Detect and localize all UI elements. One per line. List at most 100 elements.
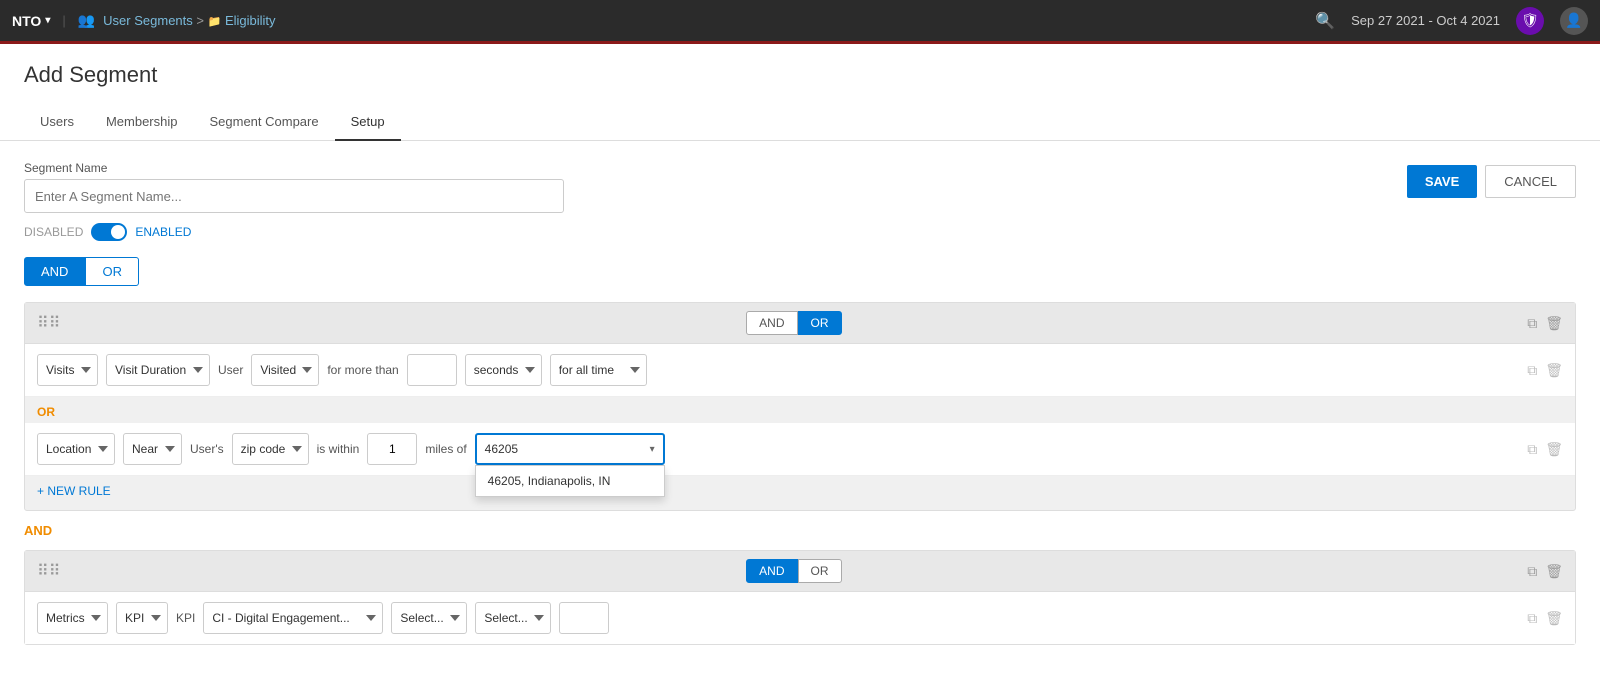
top-and-or: AND OR: [24, 257, 1576, 286]
rule-2: Location Near User's zip code is within …: [25, 423, 1575, 476]
nav-separator: |: [62, 13, 65, 28]
zip-value: 46205: [485, 442, 518, 456]
group-2-header: ⠿⠿ AND OR ⧉ 🗑: [25, 551, 1575, 592]
rule-3-select2[interactable]: Select...: [475, 602, 551, 634]
group-1-copy-icon[interactable]: ⧉: [1527, 315, 1537, 332]
org-logo[interactable]: NTO ▾: [12, 13, 50, 29]
rule-3-col1[interactable]: Metrics: [37, 602, 108, 634]
segment-name-left: Segment Name DISABLED ENABLED: [24, 161, 1407, 241]
group-2-actions: ⧉ 🗑: [1527, 563, 1563, 580]
zip-dropdown: 46205, Indianapolis, IN: [475, 465, 665, 497]
group-2: ⠿⠿ AND OR ⧉ 🗑 Metrics KPI KPI: [24, 550, 1576, 645]
rule-1-trash-icon[interactable]: 🗑: [1545, 362, 1563, 379]
tab-setup[interactable]: Setup: [335, 104, 401, 141]
group-1-actions: ⧉ 🗑: [1527, 315, 1563, 332]
rule-1-for-more-than: for more than: [327, 363, 398, 377]
rule-2-actions: ⧉ 🗑: [1527, 441, 1563, 458]
group-2-copy-icon[interactable]: ⧉: [1527, 563, 1537, 580]
zip-chevron-icon: ▾: [650, 444, 655, 455]
cancel-button[interactable]: CANCEL: [1485, 165, 1576, 198]
group-2-and-button[interactable]: AND: [746, 559, 797, 583]
rule-2-zip-code[interactable]: zip code: [232, 433, 309, 465]
rule-1-visited[interactable]: Visited: [251, 354, 319, 386]
date-range: Sep 27 2021 - Oct 4 2021: [1351, 13, 1500, 28]
rule-3-copy-icon[interactable]: ⧉: [1527, 610, 1537, 627]
tab-segment-compare[interactable]: Segment Compare: [193, 104, 334, 141]
rule-3-value-input[interactable]: [559, 602, 609, 634]
group-1: ⠿⠿ AND OR ⧉ 🗑 Visits Visit Duration U: [24, 302, 1576, 511]
rule-2-trash-icon[interactable]: 🗑: [1545, 441, 1563, 458]
rule-3-ci-select[interactable]: CI - Digital Engagement...: [203, 602, 383, 634]
tab-users[interactable]: Users: [24, 104, 90, 141]
rule-1-duration-input[interactable]: [407, 354, 457, 386]
segment-name-input[interactable]: [24, 179, 564, 213]
zip-input[interactable]: 46205 ▾: [475, 433, 665, 465]
action-buttons: SAVE CANCEL: [1407, 165, 1576, 198]
rule-1-actions: ⧉ 🗑: [1527, 362, 1563, 379]
zip-option-46205[interactable]: 46205, Indianapolis, IN: [476, 466, 664, 496]
breadcrumb: User Segments > 📁 Eligibility: [103, 13, 275, 28]
rule-1-col1[interactable]: Visits: [37, 354, 98, 386]
page-header: Add Segment: [0, 44, 1600, 88]
rule-1-copy-icon[interactable]: ⧉: [1527, 362, 1537, 379]
toggle-thumb: [111, 225, 125, 239]
group-1-and-button[interactable]: AND: [746, 311, 797, 335]
breadcrumb-folder-icon: 📁: [208, 16, 222, 28]
rule-3-actions: ⧉ 🗑: [1527, 610, 1563, 627]
group-1-and-or: AND OR: [746, 311, 841, 335]
segment-name-label: Segment Name: [24, 161, 1407, 175]
org-name: NTO: [12, 13, 41, 29]
rule-2-users-label: User's: [190, 442, 224, 456]
rule-3-kpi-label: KPI: [176, 611, 195, 625]
shield-icon[interactable]: 🛡: [1516, 7, 1544, 35]
tabs: Users Membership Segment Compare Setup: [0, 104, 1600, 141]
new-rule-row: + NEW RULE: [25, 476, 1575, 510]
tab-membership[interactable]: Membership: [90, 104, 194, 141]
group-1-header: ⠿⠿ AND OR ⧉ 🗑: [25, 303, 1575, 344]
new-rule-button[interactable]: + NEW RULE: [37, 484, 111, 498]
rule-1-col2[interactable]: Visit Duration: [106, 354, 210, 386]
top-nav: NTO ▾ | 👥 User Segments > 📁 Eligibility …: [0, 0, 1600, 44]
rule-3: Metrics KPI KPI CI - Digital Engagement.…: [25, 592, 1575, 644]
group-1-or-button[interactable]: OR: [798, 311, 842, 335]
rule-1-for-all-time[interactable]: for all time last 7 days last 30 days: [550, 354, 647, 386]
top-and-button[interactable]: AND: [24, 257, 85, 286]
rule-1-user-label: User: [218, 363, 243, 377]
and-label-between-groups: AND: [24, 523, 1576, 538]
group-2-trash-icon[interactable]: 🗑: [1545, 563, 1563, 580]
breadcrumb-eligibility[interactable]: Eligibility: [225, 13, 276, 28]
user-icon[interactable]: 👤: [1560, 7, 1588, 35]
breadcrumb-separator: >: [196, 13, 207, 28]
rule-3-col2[interactable]: KPI: [116, 602, 168, 634]
search-icon[interactable]: 🔍: [1315, 11, 1335, 31]
rule-2-copy-icon[interactable]: ⧉: [1527, 441, 1537, 458]
top-or-button[interactable]: OR: [85, 257, 139, 286]
group-2-and-or: AND OR: [746, 559, 841, 583]
group-1-trash-icon[interactable]: 🗑: [1545, 315, 1563, 332]
rule-3-trash-icon[interactable]: 🗑: [1545, 610, 1563, 627]
rule-2-miles-input[interactable]: [367, 433, 417, 465]
save-button[interactable]: SAVE: [1407, 165, 1477, 198]
group-1-drag-handle[interactable]: ⠿⠿: [37, 313, 60, 333]
rule-1: Visits Visit Duration User Visited for m…: [25, 344, 1575, 397]
content: Segment Name DISABLED ENABLED SAVE CANCE…: [0, 141, 1600, 677]
segment-name-row: Segment Name DISABLED ENABLED SAVE CANCE…: [24, 161, 1576, 241]
rule-1-seconds[interactable]: seconds minutes hours: [465, 354, 542, 386]
rule-2-col1[interactable]: Location: [37, 433, 115, 465]
group-2-drag-handle[interactable]: ⠿⠿: [37, 561, 60, 581]
zip-wrapper: 46205 ▾ 46205, Indianapolis, IN: [475, 433, 665, 465]
rule-2-is-within: is within: [317, 442, 360, 456]
nav-left: NTO ▾ | 👥 User Segments > 📁 Eligibility: [12, 12, 276, 29]
breadcrumb-user-segments[interactable]: User Segments: [103, 13, 193, 28]
group-2-or-button[interactable]: OR: [798, 559, 842, 583]
or-separator: OR: [25, 397, 1575, 423]
rule-3-select1[interactable]: Select...: [391, 602, 467, 634]
page-title: Add Segment: [24, 62, 1576, 88]
page: Add Segment Users Membership Segment Com…: [0, 44, 1600, 677]
nav-right: 🔍 Sep 27 2021 - Oct 4 2021 🛡 👤: [1315, 7, 1588, 35]
org-dropdown-icon[interactable]: ▾: [45, 15, 50, 26]
toggle-disabled-label: DISABLED: [24, 225, 83, 239]
rule-2-col2[interactable]: Near: [123, 433, 182, 465]
enabled-toggle[interactable]: [91, 223, 127, 241]
toggle-enabled-label: ENABLED: [135, 225, 191, 239]
